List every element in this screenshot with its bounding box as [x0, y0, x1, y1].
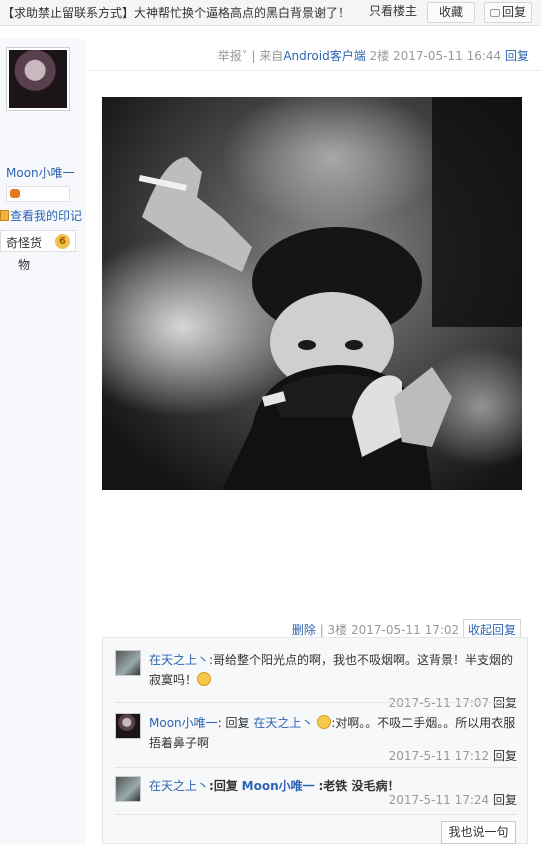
surprised-emoji-icon [197, 672, 212, 686]
comment-meta: 2017-5-11 17:24 回复 [389, 791, 517, 808]
commenter-avatar[interactable] [115, 713, 141, 739]
post-meta-floor3: 删除 | 3楼 2017-05-11 17:02 收起回复 [292, 619, 521, 639]
comment-item: 在天之上丶:回复 Moon小唯一 :老铁 没毛病！ 2017-5-11 17:2… [115, 776, 517, 816]
comment-body: :老铁 没毛病！ [318, 779, 400, 793]
post-image[interactable] [102, 97, 522, 490]
comment-list: 在天之上丶:哥给整个阳光点的啊，我也不吸烟啊。这背景！半支烟的寂寞吗！ 2017… [102, 637, 528, 844]
comment-meta: 2017-5-11 17:12 回复 [389, 747, 517, 764]
delete-link[interactable]: 删除 [292, 623, 316, 637]
post-time: 2017-05-11 17:02 [351, 623, 460, 637]
comment-item: 在天之上丶:哥给整个阳光点的啊，我也不吸烟啊。这背景！半支烟的寂寞吗！ 2017… [115, 650, 517, 710]
thread-header: 【求助禁止留联系方式】大神帮忙换个逼格高点的黑白背景谢了！ 只看楼主 收藏 回复 [0, 0, 541, 26]
game-badge-icon[interactable] [10, 189, 20, 198]
smile-emoji-icon [317, 715, 332, 729]
user-sidebar [0, 39, 86, 844]
user-avatar[interactable] [6, 47, 70, 111]
meta-divider [86, 70, 541, 71]
avatar-image [9, 50, 67, 108]
commenter-avatar[interactable] [115, 650, 141, 676]
post-image-graphic [102, 97, 522, 490]
view-my-marks-link[interactable]: 查看我的印记 [0, 207, 82, 224]
comment-divider [115, 702, 517, 703]
reply-target-name[interactable]: 在天之上丶 [253, 716, 313, 730]
comment-reply-word: :回复 [209, 779, 238, 793]
collapse-replies-link[interactable]: 收起回复 [462, 619, 521, 639]
mark-icon [0, 210, 9, 221]
commenter-name[interactable]: 在天之上丶 [149, 653, 209, 667]
floor-number: | 3楼 [319, 623, 348, 637]
comment-divider [115, 767, 517, 768]
comment-time: 2017-5-11 17:24 [388, 793, 490, 807]
commenter-name[interactable]: Moon小唯一 [149, 716, 218, 730]
comment-divider [115, 814, 517, 815]
thread-title: 【求助禁止留联系方式】大神帮忙换个逼格高点的黑白背景谢了！ [2, 6, 351, 20]
user-badges [6, 186, 70, 202]
comment-reply-link[interactable]: 回复 [493, 696, 517, 710]
reply-target-name[interactable]: Moon小唯一 [242, 779, 315, 793]
view-my-marks-label: 查看我的印记 [10, 209, 83, 223]
report-link[interactable]: 举报 [218, 49, 242, 63]
report-dropdown-icon[interactable]: ˅ [242, 49, 248, 63]
user-level-badge[interactable]: 奇怪货 6 [0, 230, 76, 252]
post-reply-link[interactable]: 回复 [505, 49, 529, 63]
comment-time: 2017-5-11 17:12 [388, 749, 490, 763]
reply-icon [489, 8, 500, 17]
username-link[interactable]: Moon小唯一 [6, 164, 75, 181]
commenter-avatar[interactable] [115, 776, 141, 802]
comment-text: 在天之上丶:哥给整个阳光点的啊，我也不吸烟啊。这背景！半支烟的寂寞吗！ [149, 650, 519, 690]
level-number: 6 [55, 234, 70, 249]
only-op-button[interactable]: 只看楼主 [364, 2, 422, 23]
comment-reply-link[interactable]: 回复 [493, 793, 517, 807]
comment-reply-link[interactable]: 回复 [493, 749, 517, 763]
favorite-button[interactable]: 收藏 [427, 2, 475, 23]
comment-reply-word: : 回复 [217, 716, 250, 730]
comment-item: Moon小唯一: 回复 在天之上丶 :对啊。。不吸二手烟。。所以用衣服捂着鼻子啊… [115, 713, 517, 773]
reply-button-label: 回复 [501, 5, 526, 19]
reply-button[interactable]: 回复 [484, 2, 532, 23]
floor-number: 2楼 [369, 49, 390, 63]
add-comment-button[interactable]: 我也说一句 [441, 821, 516, 844]
post-meta-floor2: 举报˅ | 来自Android客户端 2楼 2017-05-11 16:44 回… [218, 47, 529, 64]
comment-time: 2017-5-11 17:07 [388, 696, 490, 710]
level-name-wrap: 物 [18, 258, 31, 272]
source-app-link[interactable]: Android客户端 [283, 49, 365, 63]
level-name: 奇怪货 [6, 236, 43, 250]
commenter-name[interactable]: 在天之上丶 [149, 779, 209, 793]
source-prefix: | 来自 [251, 49, 284, 63]
post-time: 2017-05-11 16:44 [393, 49, 502, 63]
